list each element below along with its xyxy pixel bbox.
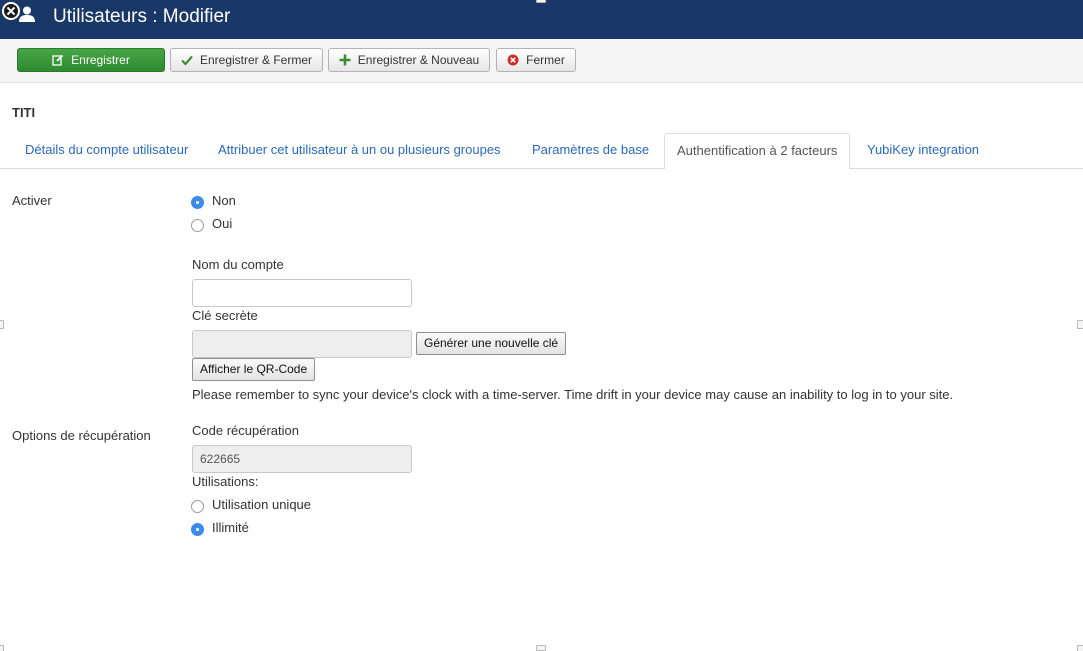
secret-key-label: Clé secrète: [192, 308, 258, 323]
save-new-button[interactable]: Enregistrer & Nouveau: [328, 48, 490, 72]
recovery-code-label: Code récupération: [192, 423, 299, 438]
resize-handle-top[interactable]: [536, 0, 546, 3]
header-bar: Utilisateurs : Modifier: [0, 0, 1083, 39]
activate-label: Activer: [12, 193, 52, 208]
secret-key-field[interactable]: [192, 330, 412, 358]
tab-yubikey[interactable]: YubiKey integration: [867, 133, 979, 169]
account-name-label: Nom du compte: [192, 257, 284, 272]
recovery-code-field[interactable]: 622665: [192, 445, 412, 473]
check-icon: [181, 55, 193, 66]
resize-handle-bottom-right[interactable]: [1077, 645, 1083, 651]
save-new-label: Enregistrer & Nouveau: [357, 53, 480, 67]
uses-label: Utilisations:: [192, 474, 259, 489]
tab-bar: Détails du compte utilisateur Attribuer …: [0, 133, 1083, 170]
tab-assigned-groups[interactable]: Attribuer cet utilisateur à un ou plusie…: [218, 133, 501, 169]
close-button[interactable]: Fermer: [496, 48, 576, 72]
save-close-button[interactable]: Enregistrer & Fermer: [170, 48, 323, 72]
recovery-options-label: Options de récupération: [12, 428, 151, 443]
resize-handle-right[interactable]: [1077, 320, 1083, 329]
single-use-label: Utilisation unique: [212, 497, 312, 512]
edit-icon: [52, 54, 64, 66]
account-name-input[interactable]: [192, 279, 412, 307]
unlimited-radio[interactable]: [191, 523, 204, 536]
activate-no-label: Non: [212, 193, 236, 208]
save-button[interactable]: Enregistrer: [17, 48, 165, 72]
show-qr-code-button[interactable]: Afficher le QR-Code: [192, 358, 316, 381]
user-icon: [19, 6, 35, 22]
activate-yes-label: Oui: [212, 216, 233, 231]
toolbar: Enregistrer Enregistrer & Fermer Enregis…: [0, 39, 1083, 83]
activate-no-radio[interactable]: [191, 196, 204, 209]
plus-icon: [339, 54, 351, 66]
tab-account-details[interactable]: Détails du compte utilisateur: [25, 133, 188, 169]
activate-yes-radio[interactable]: [191, 219, 204, 232]
resize-handle-bottom[interactable]: [536, 645, 546, 651]
unlimited-label: Illimité: [212, 520, 249, 535]
tab-basic-settings[interactable]: Paramètres de base: [532, 133, 649, 169]
tab-two-factor-auth[interactable]: Authentification à 2 facteurs: [664, 133, 851, 170]
close-label: Fermer: [526, 53, 565, 67]
single-use-radio[interactable]: [191, 500, 204, 513]
user-name-heading: TITI: [12, 105, 36, 120]
resize-handle-left[interactable]: [0, 320, 4, 329]
cancel-icon: [507, 54, 519, 66]
generate-key-button[interactable]: Générer une nouvelle clé: [416, 332, 567, 355]
page-title: Utilisateurs : Modifier: [53, 6, 231, 27]
save-close-label: Enregistrer & Fermer: [199, 53, 313, 67]
clock-sync-note: Please remember to sync your device's cl…: [192, 387, 954, 402]
resize-handle-bottom-left[interactable]: [0, 645, 4, 651]
save-button-label: Enregistrer: [71, 53, 130, 67]
